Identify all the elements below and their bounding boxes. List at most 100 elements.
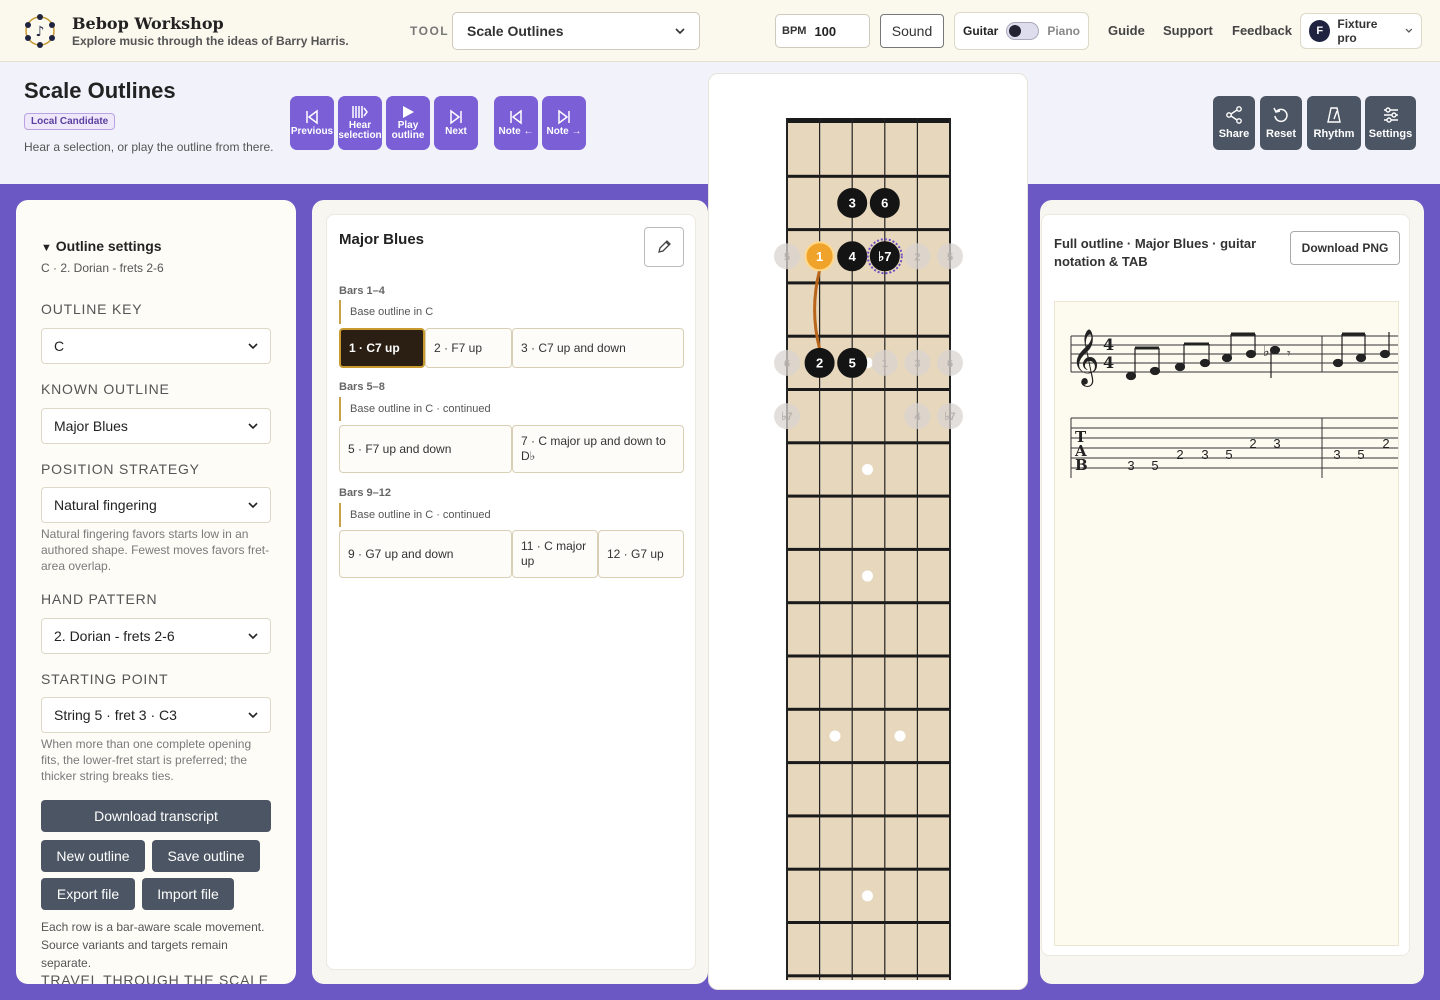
position-strategy-hint: Natural fingering favors starts low in a… — [41, 527, 270, 573]
fret-inlay-dot — [829, 730, 841, 742]
ghost-note-label: 6 — [947, 358, 953, 370]
user-menu-button[interactable]: F Fixture pro — [1300, 13, 1422, 49]
base-outline-label: Base outline in C — [339, 300, 433, 324]
new-outline-button[interactable]: New outline — [41, 840, 145, 872]
instrument-piano-label: Piano — [1047, 24, 1080, 38]
play-outline-button[interactable]: Play outline — [386, 96, 430, 150]
outline-key-select[interactable]: C — [41, 328, 271, 364]
outline-card: Major Blues Bars 1–4 Base outline in C 1… — [326, 214, 696, 970]
known-outline-label: KNOWN OUTLINE — [41, 381, 170, 397]
ghost-note-label: ♭7 — [781, 411, 792, 423]
starting-point-select[interactable]: String 5 · fret 3 · C3 — [41, 697, 271, 733]
note-previous-label: Note ← — [498, 126, 534, 137]
position-strategy-label: POSITION STRATEGY — [41, 461, 200, 477]
nav-support-link[interactable]: Support — [1163, 23, 1213, 38]
metronome-icon — [1327, 107, 1341, 123]
settings-label: Settings — [1368, 128, 1413, 140]
previous-button[interactable]: Previous — [290, 96, 334, 150]
skip-forward-icon — [450, 109, 462, 125]
nav-guide-link[interactable]: Guide — [1108, 23, 1145, 38]
fretboard[interactable]: 5 2 5 6 1 3 6 ♭7 4 ♭7 3 6 1 4 ♭7 2 5 — [774, 118, 963, 980]
fret-inlay-dot — [862, 463, 873, 475]
tab-number: 3 — [1273, 436, 1280, 451]
chevron-down-icon — [1405, 28, 1413, 33]
note-label: 5 — [849, 355, 856, 370]
page-description: Hear a selection, or play the outline fr… — [24, 140, 274, 154]
starting-point-hint: When more than one complete opening fits… — [41, 737, 252, 783]
fret-line — [786, 707, 951, 711]
note-label: 6 — [881, 195, 888, 210]
sound-button[interactable]: Sound — [880, 14, 944, 48]
hand-pattern-select[interactable]: 2. Dorian - frets 2-6 — [41, 618, 271, 654]
outline-chip[interactable]: 2 · F7 up — [425, 328, 512, 368]
rhythm-label: Rhythm — [1313, 128, 1355, 140]
tool-label: TOOL — [410, 24, 450, 38]
svg-text:𝄾: 𝄾 — [1287, 346, 1291, 362]
instrument-toggle[interactable]: Guitar Piano — [954, 12, 1089, 50]
outline-chip[interactable]: 12 · G7 up — [598, 530, 684, 578]
bpm-value: 100 — [814, 23, 837, 39]
outline-chip[interactable]: 9 · G7 up and down — [339, 530, 512, 578]
position-strategy-value: Natural fingering — [54, 497, 157, 513]
fret-line — [786, 334, 951, 338]
ghost-note-label: 5 — [784, 251, 790, 263]
tab-number: 2 — [1382, 436, 1389, 451]
import-file-button[interactable]: Import file — [142, 878, 234, 910]
fret-inlay-dot — [862, 570, 873, 582]
avatar: F — [1309, 20, 1331, 42]
reset-button[interactable]: Reset — [1260, 96, 1302, 150]
download-png-button[interactable]: Download PNG — [1290, 231, 1400, 265]
triangle-down-icon: ▼ — [41, 242, 52, 254]
instrument-switch[interactable] — [1006, 22, 1040, 40]
outline-chip[interactable]: 1 · C7 up — [339, 328, 425, 368]
settings-button[interactable]: Settings — [1365, 96, 1416, 150]
outline-chip[interactable]: 7 · C major up and down to D♭ — [512, 425, 684, 473]
fret-line — [786, 761, 951, 765]
known-outline-select[interactable]: Major Blues — [41, 408, 271, 444]
share-button[interactable]: Share — [1213, 96, 1255, 150]
chevron-down-icon — [675, 28, 685, 35]
settings-footer-text: Each row is a bar-aware scale movement. … — [41, 920, 265, 970]
outline-chip[interactable]: 3 · C7 up and down — [512, 328, 684, 368]
fretboard-nut — [786, 118, 951, 123]
tab-number: 5 — [1225, 447, 1232, 462]
share-label: Share — [1218, 128, 1250, 140]
bars-group-label: Bars 9–12 — [339, 487, 391, 499]
tool-select[interactable]: Scale Outlines — [452, 12, 700, 50]
next-button[interactable]: Next — [434, 96, 478, 150]
hear-label-2: selection — [338, 130, 382, 141]
tab-number: 5 — [1151, 458, 1158, 473]
brand-subtitle: Explore music through the ideas of Barry… — [72, 34, 349, 48]
export-file-button[interactable]: Export file — [41, 878, 135, 910]
download-transcript-button[interactable]: Download transcript — [41, 800, 271, 832]
fret-line — [786, 601, 951, 605]
save-outline-button[interactable]: Save outline — [152, 840, 260, 872]
sound-bars-icon — [352, 106, 368, 118]
position-strategy-select[interactable]: Natural fingering — [41, 487, 271, 523]
outline-settings-toggle[interactable]: ▼ Outline settings — [41, 238, 162, 254]
nav-feedback-link[interactable]: Feedback — [1232, 23, 1292, 38]
fret-line — [786, 228, 951, 232]
play-label-2: outline — [391, 130, 425, 141]
outline-chip[interactable]: 5 · F7 up and down — [339, 425, 512, 473]
outline-chip[interactable]: 11 · C major up — [512, 530, 598, 578]
tab-number: 3 — [1127, 458, 1134, 473]
fret-line — [786, 867, 951, 871]
next-label: Next — [445, 126, 467, 137]
hear-selection-button[interactable]: Hear selection — [338, 96, 382, 150]
fret-line — [786, 174, 951, 178]
note-previous-button[interactable]: Note ← — [494, 96, 538, 150]
note-label: 2 — [816, 355, 823, 370]
outline-panel: Major Blues Bars 1–4 Base outline in C 1… — [312, 200, 708, 984]
ghost-note-label: 1 — [882, 358, 888, 370]
bpm-input[interactable]: BPM 100 — [775, 14, 870, 48]
status-badge: Local Candidate — [24, 113, 116, 130]
skip-back-icon — [306, 109, 318, 125]
rhythm-button[interactable]: Rhythm — [1307, 96, 1361, 150]
tool-select-value: Scale Outlines — [467, 23, 564, 39]
note-next-button[interactable]: Note → — [542, 96, 586, 150]
tab-number: 5 — [1357, 447, 1364, 462]
outline-settings-summary: C · 2. Dorian - frets 2-6 — [41, 261, 164, 275]
edit-outline-button[interactable] — [644, 227, 684, 267]
fretboard-diagram: 5 2 5 6 1 3 6 ♭7 4 ♭7 3 6 1 4 ♭7 2 5 — [774, 118, 963, 980]
